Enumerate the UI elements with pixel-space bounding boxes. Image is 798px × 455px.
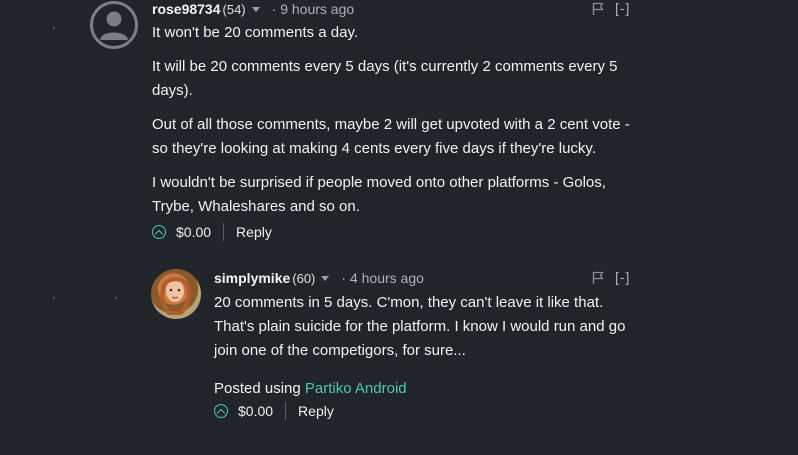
upvote-icon[interactable]	[152, 225, 166, 239]
payout-value[interactable]: $0.00	[238, 403, 273, 419]
chevron-down-icon[interactable]	[321, 276, 330, 281]
author-name[interactable]: rose98734	[152, 1, 221, 17]
author-reputation: (60)	[292, 270, 316, 286]
decor-dot	[53, 297, 55, 299]
comment-thread: rose98734 (54) · 9 hours ago [-] It won'…	[0, 0, 798, 455]
comment-body: It won't be 20 comments a day. It will b…	[152, 21, 642, 219]
chevron-down-icon[interactable]	[251, 7, 260, 12]
timestamp[interactable]: · 9 hours ago	[272, 1, 355, 17]
divider	[223, 223, 225, 241]
reply-button[interactable]: Reply	[236, 224, 272, 240]
author-name[interactable]: simplymike	[214, 270, 290, 286]
collapse-toggle[interactable]: [-]	[615, 269, 630, 285]
comment-header: rose98734 (54) · 9 hours ago	[152, 0, 354, 18]
divider	[285, 402, 287, 420]
comment-paragraph: I wouldn't be surprised if people moved …	[152, 174, 606, 215]
collapse-toggle[interactable]: [-]	[615, 0, 630, 16]
comment-body: 20 comments in 5 days. C'mon, they can't…	[214, 291, 644, 401]
timestamp[interactable]: · 4 hours ago	[341, 270, 424, 286]
flag-icon[interactable]	[592, 2, 604, 16]
comment-footer: $0.00 Reply	[152, 222, 272, 242]
comment-footer: $0.00 Reply	[214, 401, 334, 421]
flag-icon[interactable]	[592, 271, 604, 285]
comment-paragraph: It won't be 20 comments a day.	[152, 24, 359, 41]
comment-header: simplymike (60) · 4 hours ago	[214, 269, 424, 287]
reply-button[interactable]: Reply	[298, 403, 334, 419]
posted-using-prefix: Posted using	[214, 380, 301, 397]
payout-value[interactable]: $0.00	[176, 224, 211, 240]
avatar[interactable]	[151, 269, 201, 319]
decor-dot	[115, 297, 117, 299]
comment-paragraph: It will be 20 comments every 5 days (it'…	[152, 58, 618, 99]
app-link[interactable]: Partiko Android	[305, 380, 407, 397]
author-reputation: (54)	[222, 1, 246, 17]
posted-using: Posted using Partiko Android	[214, 377, 644, 401]
avatar-photo-icon	[160, 277, 191, 315]
avatar[interactable]	[90, 1, 138, 49]
comment-paragraph: Out of all those comments, maybe 2 will …	[152, 116, 630, 157]
comment-paragraph: 20 comments in 5 days. C'mon, they can't…	[214, 294, 626, 359]
user-placeholder-icon	[100, 11, 128, 40]
upvote-icon[interactable]	[214, 404, 228, 418]
decor-dot	[53, 27, 55, 29]
